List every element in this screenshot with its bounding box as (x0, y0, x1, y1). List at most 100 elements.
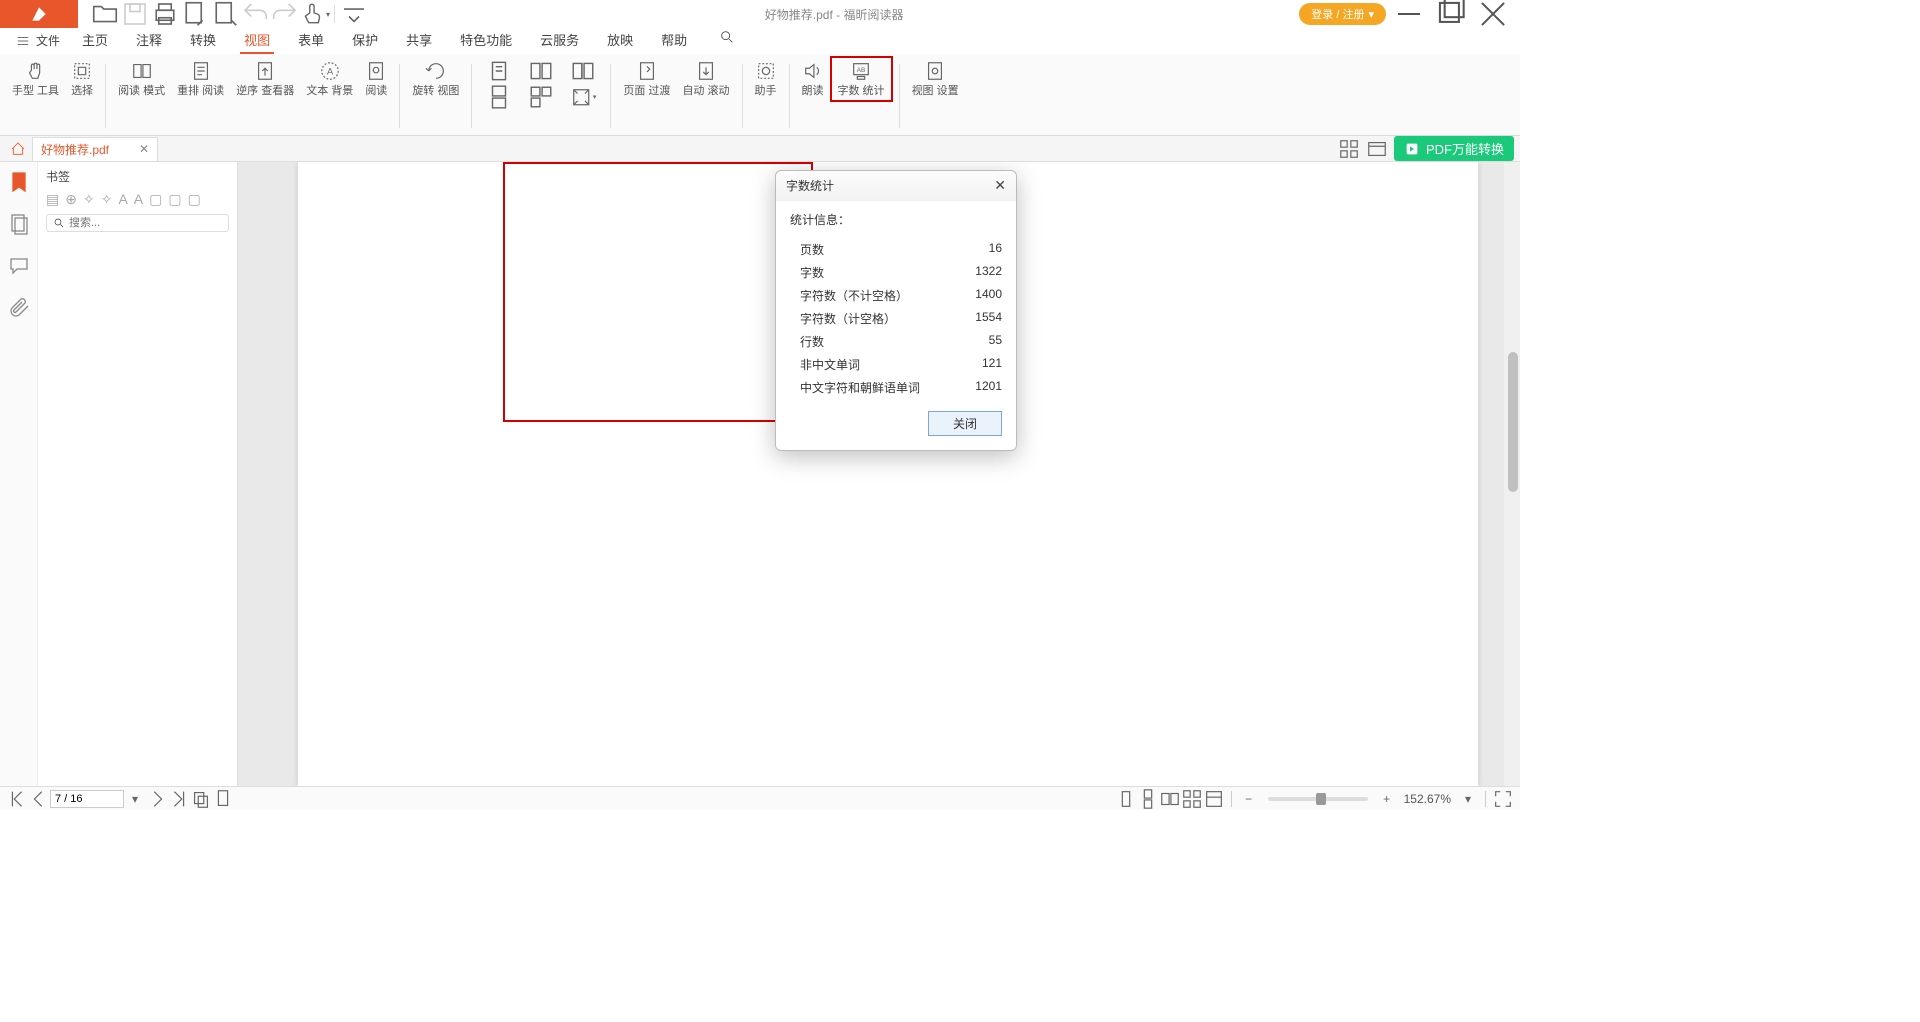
menu-tab-4[interactable]: 表单 (284, 28, 338, 54)
document-viewport[interactable]: 字数统计 ✕ 统计信息： 页数16字数1322字符数（不计空格）1400字符数（… (238, 162, 1520, 786)
add-bookmark-icon[interactable]: ⊕ (65, 191, 77, 208)
search-button[interactable] (705, 28, 749, 54)
page-number-input[interactable] (50, 790, 124, 808)
touch-mode-icon[interactable]: ▾ (300, 0, 330, 28)
maximize-button[interactable] (1432, 0, 1470, 28)
bookmark-tool-icon[interactable]: ▢ (168, 191, 181, 208)
fullscreen-button[interactable] (1492, 789, 1514, 809)
open-file-icon[interactable] (90, 0, 120, 28)
prev-page-button[interactable] (28, 789, 50, 809)
layout-cover-icon[interactable] (570, 60, 596, 82)
titlebar: ▾ 好物推荐.pdf - 福昕阅读器 登录 / 注册▾ (0, 0, 1520, 28)
vertical-scrollbar[interactable] (1504, 162, 1520, 786)
helper-button[interactable]: 助手 (749, 58, 783, 100)
redo-icon[interactable] (270, 0, 300, 28)
bookmark-tool-icon[interactable]: ▢ (188, 191, 201, 208)
text-bg-button[interactable]: A文本 背景 (300, 58, 359, 100)
reflow-button[interactable]: 重排 阅读 (171, 58, 230, 100)
scrollbar-thumb[interactable] (1508, 352, 1518, 492)
bookmark-tool-icon[interactable]: ▢ (149, 191, 162, 208)
page-action-icon[interactable] (180, 0, 210, 28)
dialog-close-button[interactable]: 关闭 (928, 411, 1002, 436)
text-size-icon[interactable]: A (134, 191, 143, 208)
bookmarks-tab-icon[interactable] (7, 170, 31, 194)
undo-icon[interactable] (240, 0, 270, 28)
menu-tab-3[interactable]: 视图 (230, 28, 284, 54)
zoom-dropdown-icon[interactable]: ▾ (1457, 789, 1479, 809)
document-tab-label: 好物推荐.pdf (41, 141, 109, 158)
document-tab[interactable]: 好物推荐.pdf ✕ (32, 137, 158, 161)
rotate-view-button[interactable]: 旋转 视图 (406, 58, 465, 100)
hand-tool-button[interactable]: 手型 工具 (6, 58, 65, 100)
word-count-button[interactable]: AB字数 统计 (830, 56, 893, 102)
fit-mode-icon[interactable] (1203, 789, 1225, 809)
page-export-icon[interactable] (210, 0, 240, 28)
view-settings-button[interactable]: 视图 设置 (906, 58, 965, 100)
page-copy-icon[interactable] (190, 789, 212, 809)
pages-tab-icon[interactable] (7, 212, 31, 236)
chevron-down-icon: ▾ (1368, 8, 1374, 21)
stat-value: 55 (989, 333, 1002, 350)
menu-tab-0[interactable]: 主页 (68, 28, 122, 54)
fit-page-icon[interactable]: ▾ (570, 86, 596, 108)
document-tab-close-icon[interactable]: ✕ (139, 142, 149, 156)
layout-facing-cont-icon[interactable] (1181, 789, 1203, 809)
page-paste-icon[interactable] (212, 789, 234, 809)
attachments-tab-icon[interactable] (7, 296, 31, 320)
menu-tab-1[interactable]: 注释 (122, 28, 176, 54)
ribbon-separator (105, 64, 106, 128)
pdf-convert-button[interactable]: PDF万能转换 (1394, 136, 1514, 161)
expand-all-icon[interactable]: ▤ (46, 191, 59, 208)
menu-tab-10[interactable]: 帮助 (647, 28, 701, 54)
login-button[interactable]: 登录 / 注册▾ (1299, 3, 1386, 25)
comments-tab-icon[interactable] (7, 254, 31, 278)
layout-facing-cont-icon[interactable] (528, 86, 554, 108)
highlight-annotation (503, 162, 813, 422)
layout-single-icon[interactable] (1115, 789, 1137, 809)
menu-tab-6[interactable]: 共享 (392, 28, 446, 54)
read-button[interactable]: 阅读 (359, 58, 393, 100)
next-page-button[interactable] (146, 789, 168, 809)
select-tool-button[interactable]: 选择 (65, 58, 99, 100)
zoom-in-button[interactable]: + (1376, 789, 1398, 809)
layout-cont-icon[interactable] (1137, 789, 1159, 809)
dialog-stat-row: 字数1322 (790, 261, 1002, 284)
dialog-close-icon[interactable]: ✕ (994, 177, 1006, 194)
reverse-view-button[interactable]: 逆序 查看器 (230, 58, 300, 100)
zoom-slider[interactable] (1268, 797, 1368, 801)
zoom-slider-thumb[interactable] (1316, 793, 1326, 805)
minimize-button[interactable] (1390, 0, 1428, 28)
last-page-button[interactable] (168, 789, 190, 809)
hamburger-icon (16, 34, 30, 48)
qat-customize-icon[interactable] (339, 0, 369, 28)
menu-tab-9[interactable]: 放映 (593, 28, 647, 54)
read-mode-button[interactable]: 阅读 模式 (112, 58, 171, 100)
first-page-button[interactable] (6, 789, 28, 809)
menu-tab-2[interactable]: 转换 (176, 28, 230, 54)
layout-facing-icon[interactable] (1159, 789, 1181, 809)
page-dropdown-icon[interactable]: ▾ (124, 789, 146, 809)
tabstrip-home-icon[interactable] (4, 141, 32, 157)
bookmarks-search-input[interactable] (69, 217, 222, 229)
menu-tab-8[interactable]: 云服务 (526, 28, 593, 54)
window-arrange-icon[interactable] (1366, 138, 1388, 160)
menu-tab-7[interactable]: 特色功能 (446, 28, 526, 54)
close-button[interactable] (1474, 0, 1512, 28)
page-transition-button[interactable]: 页面 过渡 (617, 58, 676, 100)
text-size-icon[interactable]: A (118, 191, 127, 208)
bookmark-tool-icon[interactable]: ✧ (101, 191, 113, 208)
layout-single-icon[interactable] (486, 60, 512, 82)
bookmarks-search[interactable] (46, 214, 229, 232)
grid-view-icon[interactable] (1338, 138, 1360, 160)
zoom-out-button[interactable]: − (1238, 789, 1260, 809)
save-icon[interactable] (120, 0, 150, 28)
layout-continuous-icon[interactable] (486, 86, 512, 108)
layout-facing-icon[interactable] (528, 60, 554, 82)
read-aloud-button[interactable]: 朗读 (796, 58, 830, 100)
print-icon[interactable] (150, 0, 180, 28)
file-menu[interactable]: 文件 (8, 32, 68, 49)
dialog-stat-row: 字符数（不计空格）1400 (790, 284, 1002, 307)
menu-tab-5[interactable]: 保护 (338, 28, 392, 54)
auto-scroll-button[interactable]: 自动 滚动 (676, 58, 735, 100)
bookmark-tool-icon[interactable]: ✧ (83, 191, 95, 208)
